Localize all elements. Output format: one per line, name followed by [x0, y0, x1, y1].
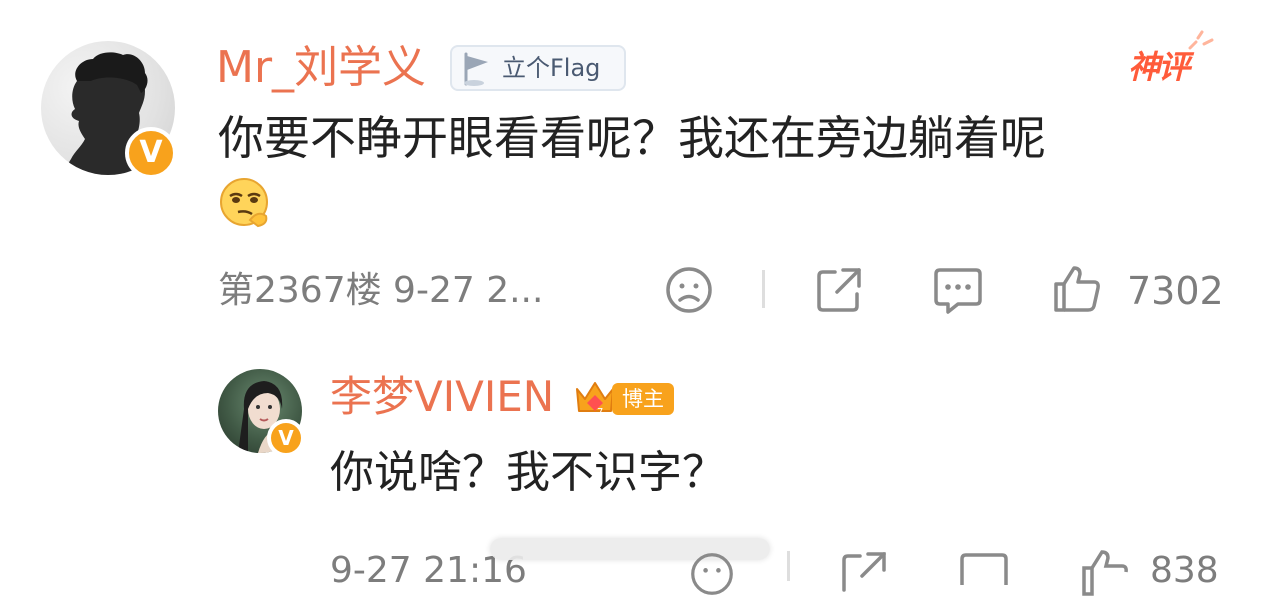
like-icon[interactable]: [1052, 264, 1102, 318]
verified-icon: V: [267, 419, 305, 457]
flag-icon: [458, 50, 496, 92]
reply-username[interactable]: 李梦VIVIEN: [330, 371, 554, 423]
comment-icon[interactable]: [932, 266, 984, 320]
dislike-icon[interactable]: [690, 552, 734, 600]
reply-text: 你说啥？我不识字？: [330, 447, 726, 498]
comment-icon[interactable]: [958, 551, 1010, 605]
sparkle-icon: [1186, 30, 1214, 58]
verified-icon: V: [125, 127, 177, 179]
comment-text: 你要不睁开眼看看呢？我还在旁边躺着呢: [218, 111, 1046, 165]
divider: [762, 270, 765, 308]
smirk-emoji-icon: [218, 176, 272, 234]
blogger-badge: 博主: [612, 383, 674, 415]
like-count: 7302: [1127, 269, 1224, 313]
flag-label: 立个Flag: [502, 54, 601, 82]
crown-icon: 7: [573, 375, 617, 423]
floor-and-time: 第2367楼 9-27 2...: [218, 270, 544, 311]
share-icon[interactable]: [815, 266, 863, 318]
dislike-icon[interactable]: [665, 266, 713, 318]
share-icon[interactable]: [840, 550, 888, 602]
like-icon[interactable]: [1080, 548, 1130, 602]
reply-like-count: 838: [1150, 550, 1219, 591]
username[interactable]: Mr_刘学义: [216, 40, 426, 96]
hot-comment-tag: 神评: [1128, 48, 1190, 86]
svg-text:7: 7: [597, 407, 603, 418]
